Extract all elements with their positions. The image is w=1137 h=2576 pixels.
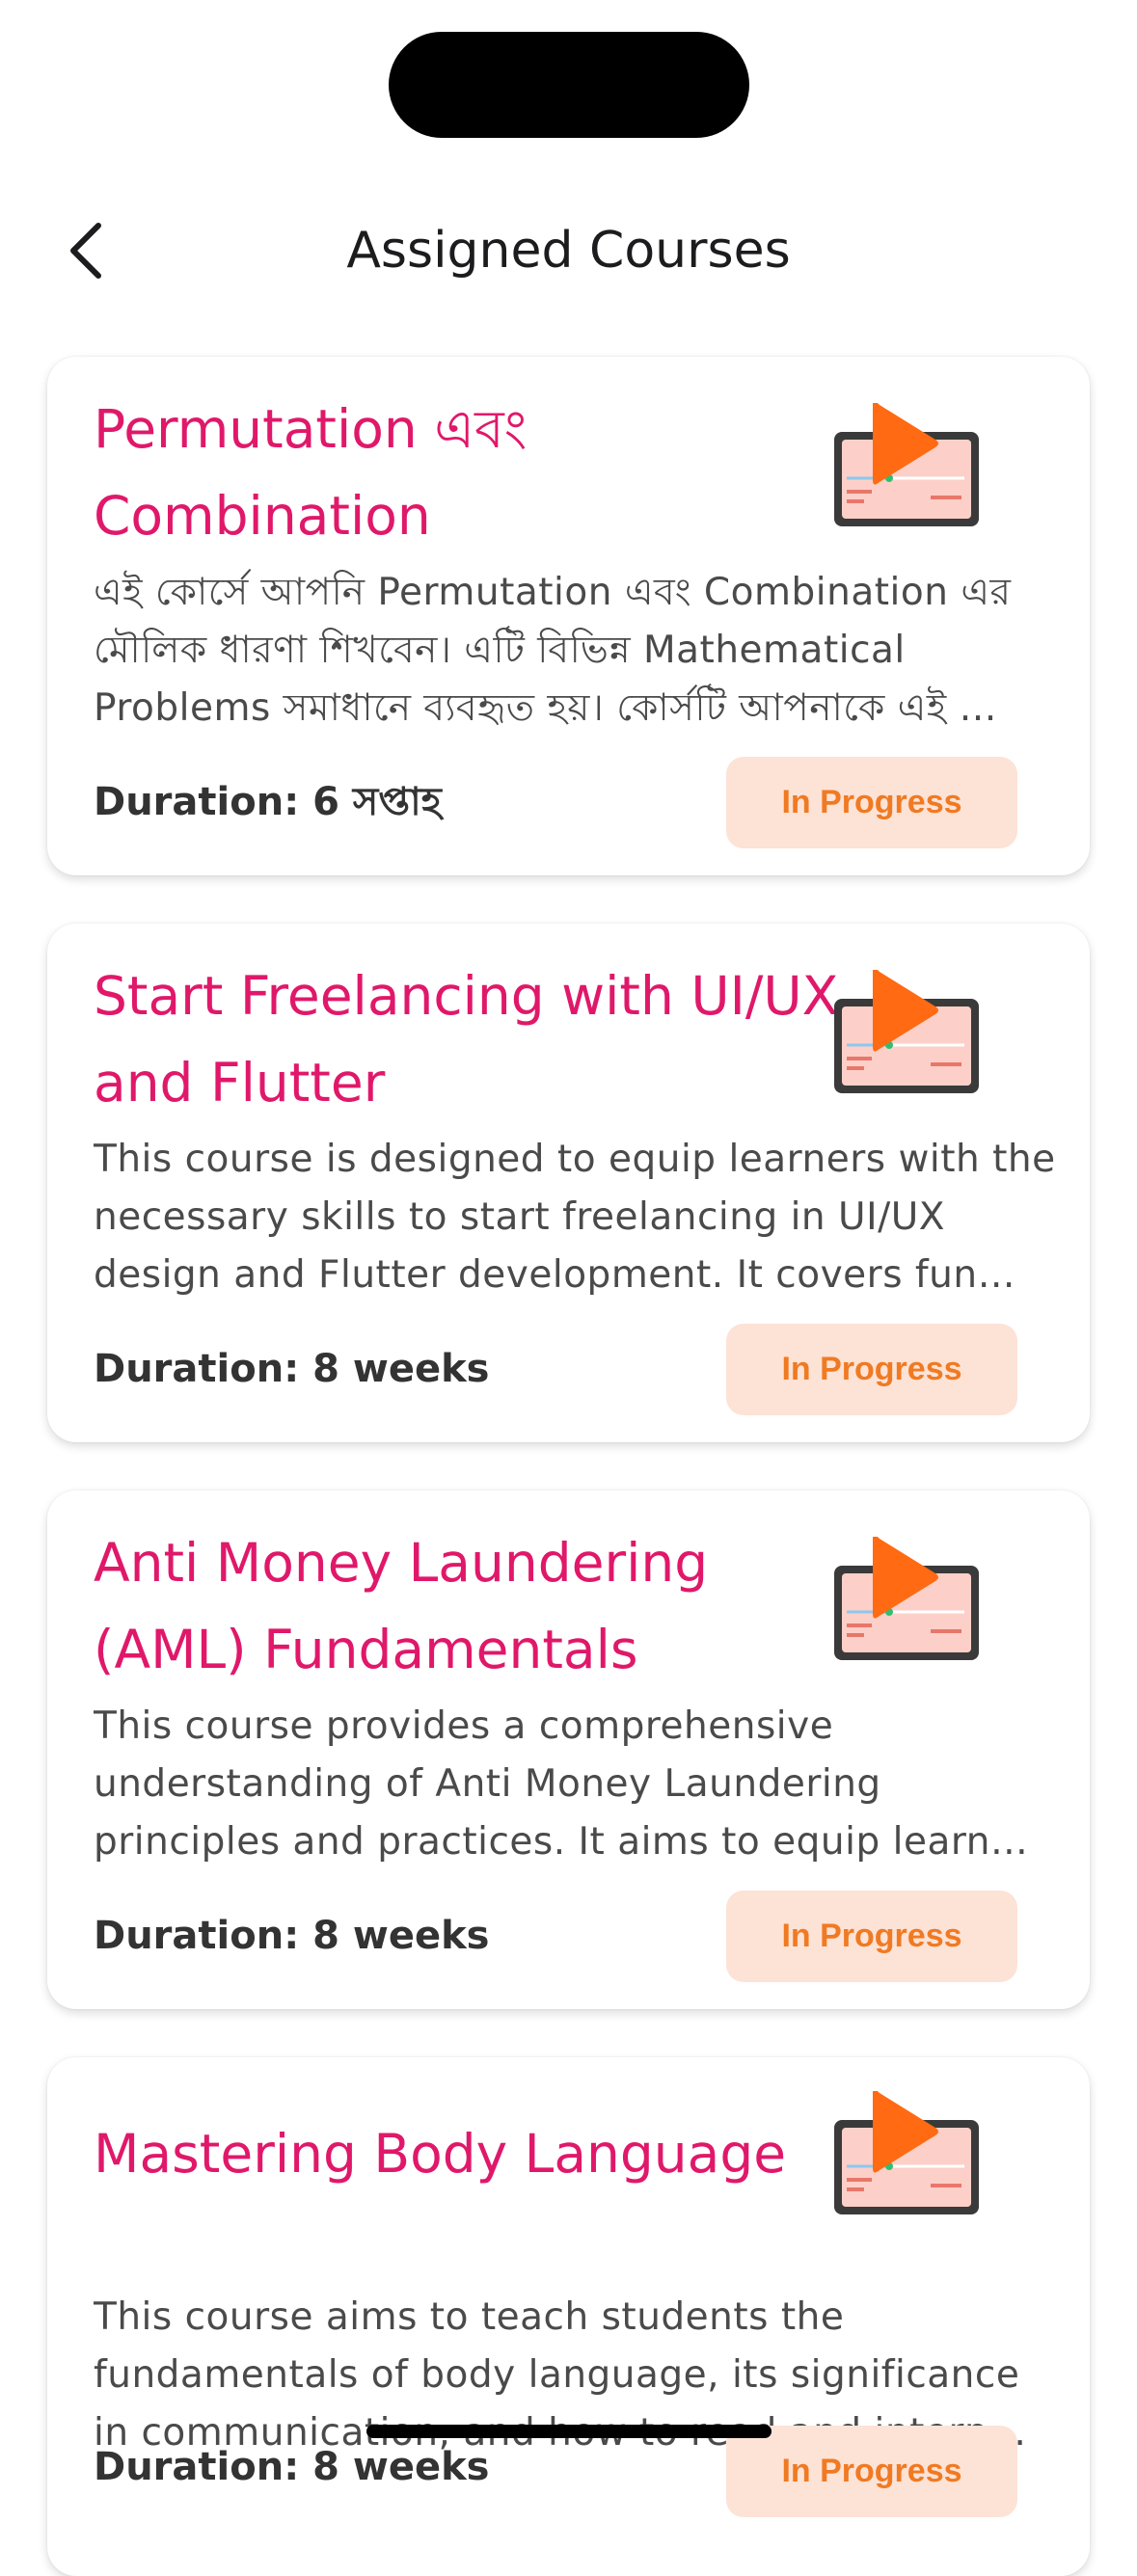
status-badge: In Progress [726,757,1017,848]
status-badge: In Progress [726,1891,1017,1982]
back-button[interactable] [48,212,125,289]
status-badge: In Progress [726,1324,1017,1415]
page-title: Assigned Courses [346,222,791,280]
dynamic-island [389,32,749,138]
course-card[interactable]: Anti Money Laundering (AML) Fundamentals… [47,1490,1090,2009]
video-course-icon [834,2091,979,2214]
course-duration: Duration: 6 সপ্তাহ [94,780,442,824]
course-title: Mastering Body Language [94,2123,787,2185]
course-description: This course is designed to equip learner… [94,1138,1056,1297]
course-title: Permutation এবং Combination [94,398,528,547]
course-card[interactable]: Start Freelancing with UI/UX and Flutter… [47,924,1090,1442]
course-title: Anti Money Laundering (AML) Fundamentals [94,1532,709,1680]
course-card[interactable]: Mastering Body Language This course aims… [47,2057,1090,2576]
home-indicator[interactable] [366,2425,772,2438]
course-description: This course provides a comprehensive und… [94,1704,1029,1864]
video-course-icon [834,403,979,526]
header: Assigned Courses [0,193,1137,309]
course-duration: Duration: 8 weeks [94,2445,490,2489]
video-course-icon [834,1537,979,1660]
chevron-left-icon [70,223,101,279]
course-description: এই কোর্সে আপনি Permutation এবং Combinati… [94,571,1012,730]
course-duration: Duration: 8 weeks [94,1914,490,1958]
course-card[interactable]: Permutation এবং Combination এই কোর্সে আপ… [47,357,1090,875]
course-title: Start Freelancing with UI/UX and Flutter [94,965,839,1114]
status-badge: In Progress [726,2426,1017,2517]
video-course-icon [834,970,979,1093]
course-duration: Duration: 8 weeks [94,1347,490,1391]
